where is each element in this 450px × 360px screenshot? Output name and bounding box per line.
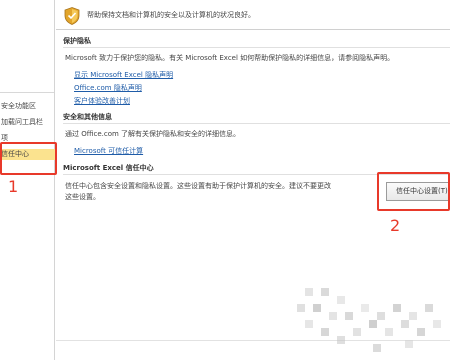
annotation-step-2: 2 [390,216,401,235]
trust-center-header: 帮助保持文档和计算机的安全以及计算机的状况良好。 [56,0,450,30]
security-section-title: 安全和其他信息 [63,112,450,124]
annotation-box-trust-center [0,142,57,175]
privacy-section-title: 保护隐私 [63,36,450,48]
security-description: 通过 Office.com 了解有关保护隐私和安全的详细信息。 [65,130,241,138]
privacy-description: Microsoft 致力于保护您的隐私。有关 Microsoft Excel 如… [65,54,395,62]
trustworthy-computing-link[interactable]: Microsoft 可信任计算 [74,146,143,156]
pixelated-watermark [297,288,441,352]
ceip-link[interactable]: 客户体验改善计划 [74,96,130,106]
office-privacy-statement-link[interactable]: Office.com 隐私声明 [74,83,142,93]
trust-center-description-line2: 这些设置。 [65,193,100,201]
sidebar-divider [0,92,54,93]
shield-icon [64,7,80,25]
annotation-box-settings-button [377,172,450,211]
header-description: 帮助保持文档和计算机的安全以及计算机的状况良好。 [87,11,255,19]
sidebar-item-customize-ribbon[interactable]: 安全功能区 [0,101,55,112]
trust-center-description-line1: 信任中心包含安全设置和隐私设置。这些设置有助于保护计算机的安全。建议不要更改 [65,182,331,190]
sidebar-item-quick-access-toolbar[interactable]: 加载问工具栏 [0,117,55,128]
annotation-step-1: 1 [8,177,19,196]
excel-privacy-statement-link[interactable]: 显示 Microsoft Excel 隐私声明 [74,70,173,80]
